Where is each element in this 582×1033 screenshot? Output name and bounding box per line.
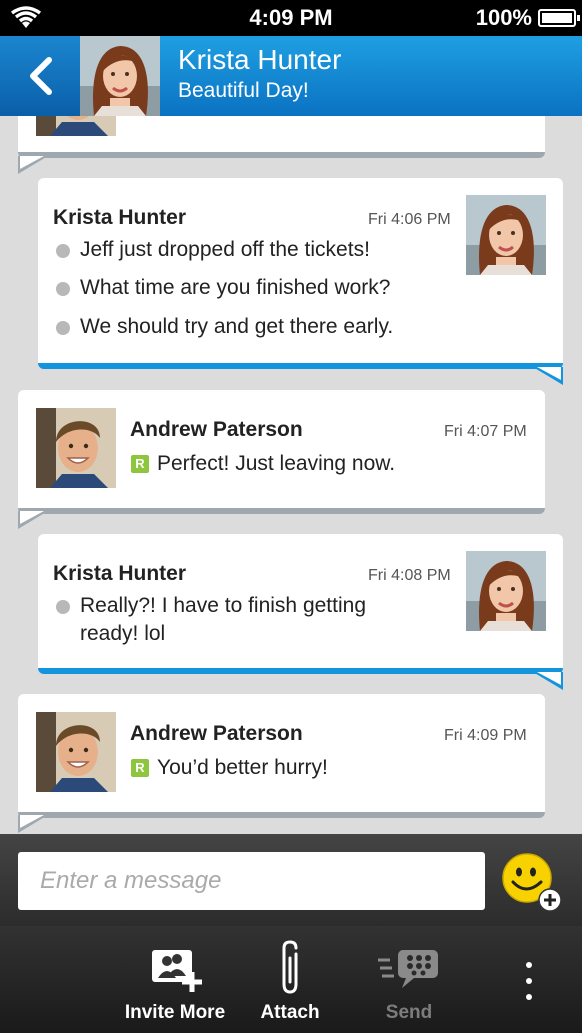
bullet-dot (56, 600, 70, 614)
message-line: What time are you finished work? (80, 276, 391, 299)
sender-avatar (36, 408, 116, 488)
sender-avatar (36, 712, 116, 792)
send-button[interactable]: Send (366, 926, 452, 1033)
message-line: We should try and get there early. (80, 315, 394, 338)
read-receipt-badge: R (131, 759, 149, 777)
composer-bar (0, 834, 582, 926)
message-line: You’d better hurry! (157, 756, 328, 779)
message-bubble[interactable] (18, 116, 545, 158)
message-bubble-incoming[interactable]: Krista Hunter Fri 4:06 PM Jeff just drop… (38, 178, 563, 369)
contact-status: Beautiful Day! (178, 79, 309, 102)
invite-more-label: Invite More (124, 1002, 226, 1023)
message-bubble-outgoing[interactable]: Andrew Paterson Fri 4:07 PM R Perfect! J… (18, 390, 545, 514)
battery-icon (538, 9, 580, 27)
bubble-tail (18, 156, 48, 174)
read-receipt-badge: R (131, 455, 149, 473)
sender-avatar (466, 195, 546, 275)
contact-avatar[interactable] (80, 36, 160, 116)
send-label: Send (385, 1002, 433, 1023)
chevron-left-icon (30, 57, 52, 95)
overflow-menu-button[interactable] (510, 926, 550, 1033)
sender-name: Andrew Paterson (130, 722, 303, 745)
message-line: ready! lol (80, 622, 166, 645)
invite-people-icon (152, 950, 202, 992)
contact-name[interactable]: Krista Hunter (178, 44, 341, 76)
bullet-dot (56, 321, 70, 335)
action-bar: Invite More Attach Send (0, 926, 582, 1033)
emoticon-add-icon[interactable] (501, 852, 563, 914)
message-time: Fri 4:08 PM (368, 567, 451, 584)
paperclip-icon (282, 940, 298, 994)
overflow-dot (526, 994, 532, 1000)
message-bubble-outgoing[interactable]: Andrew Paterson Fri 4:09 PM R You’d bett… (18, 694, 545, 818)
message-time: Fri 4:06 PM (368, 211, 451, 228)
message-input[interactable] (18, 852, 485, 910)
attach-button[interactable]: Attach (250, 926, 330, 1033)
battery-percent: 100% (475, 5, 532, 30)
bubble-tail (18, 815, 48, 833)
message-bubble-incoming[interactable]: Krista Hunter Fri 4:08 PM Really?! I hav… (38, 534, 563, 674)
status-bar: 4:09 PM 100% (0, 0, 582, 36)
message-line: Really?! I have to finish getting (80, 594, 367, 617)
sender-name: Andrew Paterson (130, 418, 303, 441)
sender-avatar (466, 551, 546, 631)
message-list[interactable]: Krista Hunter Fri 4:06 PM Jeff just drop… (0, 116, 582, 834)
overflow-dot (526, 978, 532, 984)
chat-header: Krista Hunter Beautiful Day! (0, 36, 582, 116)
attach-label: Attach (260, 1002, 320, 1023)
sender-avatar (36, 116, 116, 136)
bullet-dot (56, 282, 70, 296)
bubble-tail (18, 511, 48, 529)
message-time: Fri 4:09 PM (444, 727, 527, 744)
sender-name: Krista Hunter (53, 562, 187, 585)
bubble-tail (533, 672, 563, 690)
message-time: Fri 4:07 PM (444, 423, 527, 440)
message-line: Jeff just dropped off the tickets! (80, 238, 370, 261)
message-line: Perfect! Just leaving now. (157, 452, 396, 475)
bbm-send-icon (378, 950, 438, 988)
bullet-dot (56, 244, 70, 258)
bubble-tail (533, 367, 563, 385)
invite-more-button[interactable]: Invite More (120, 926, 230, 1033)
overflow-dot (526, 962, 532, 968)
sender-name: Krista Hunter (53, 206, 187, 229)
back-button[interactable] (0, 36, 80, 116)
